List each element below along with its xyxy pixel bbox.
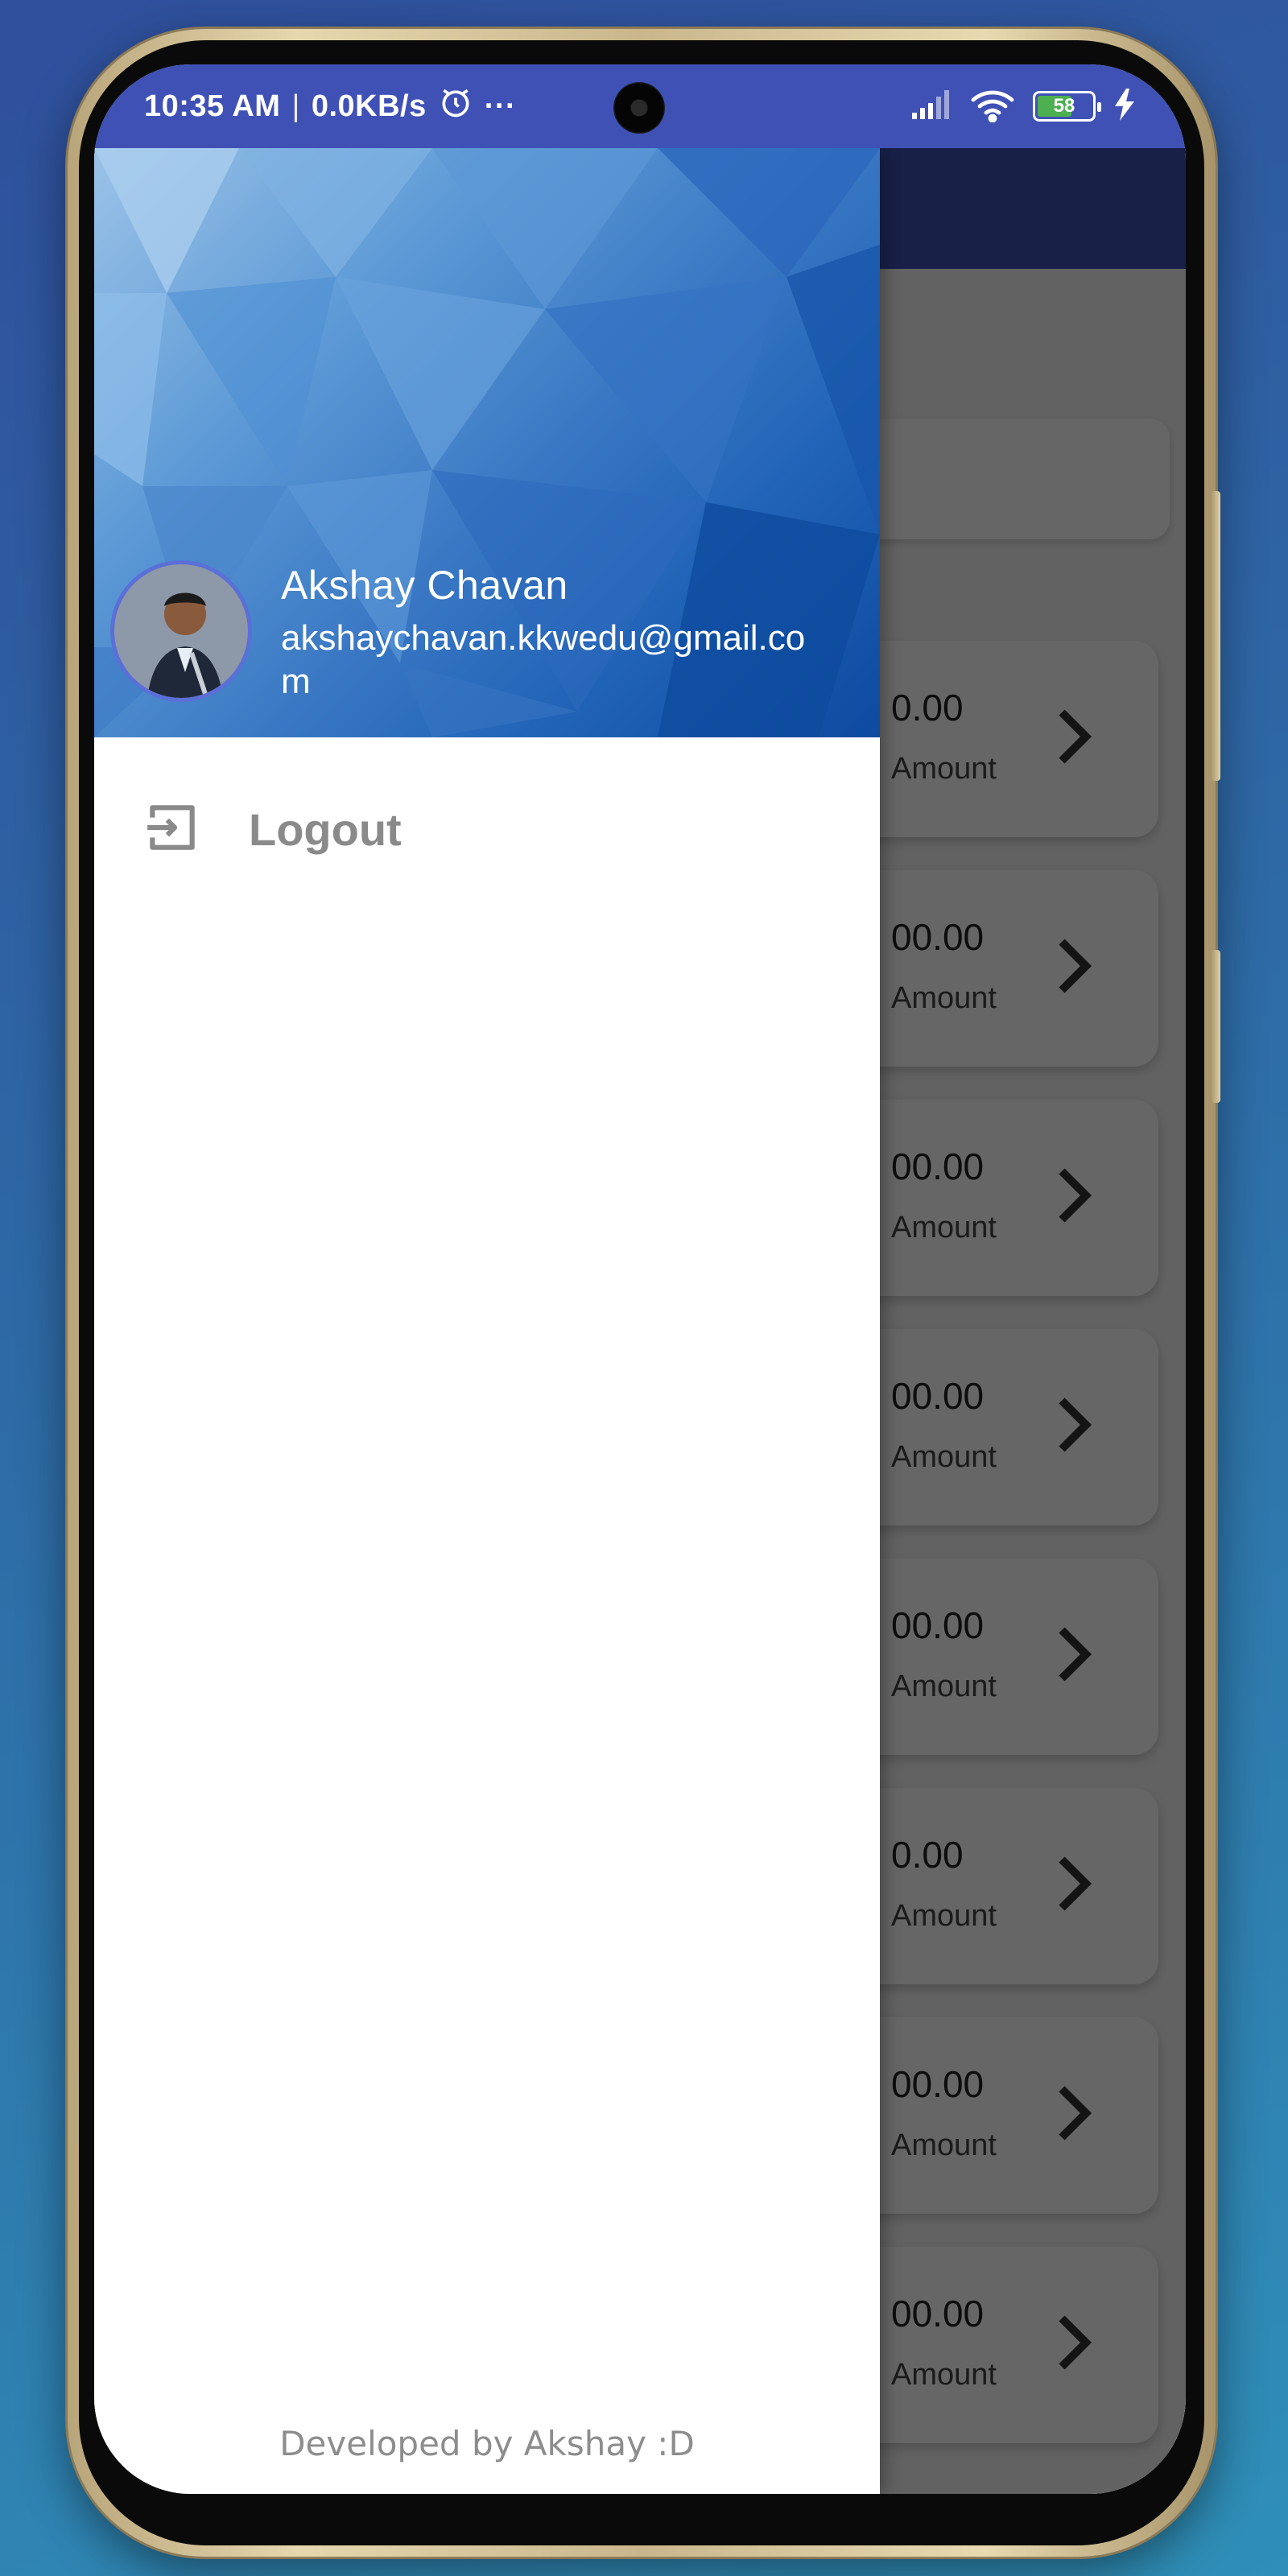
signal-icon (910, 89, 952, 125)
navigation-drawer: Akshay Chavan akshaychavan.kkwedu@gmail.… (94, 148, 880, 2494)
alarm-icon (438, 85, 473, 128)
charging-icon (1113, 88, 1136, 125)
avatar[interactable] (110, 560, 252, 702)
network-speed: 0.0KB/s (311, 89, 427, 123)
volume-button (1211, 491, 1220, 781)
developer-credit: Developed by Akshay :D (279, 2424, 695, 2463)
front-camera (613, 82, 665, 134)
menu-item-logout[interactable]: Logout (142, 789, 402, 869)
battery-icon: 58 (1033, 91, 1101, 122)
wifi-icon (970, 87, 1015, 126)
user-email: akshaychavan.kkwedu@gmail.com (281, 618, 806, 701)
more-notifications-icon: ··· (484, 89, 517, 123)
status-separator: | (291, 89, 300, 123)
battery-level: 58 (1053, 95, 1075, 117)
status-time: 10:35 AM (144, 89, 281, 123)
power-button (1211, 950, 1220, 1103)
phone-screen: 10:35 AM | 0.0KB/s ··· 58 Akshay Chavan … (94, 64, 1186, 2494)
drawer-header: Akshay Chavan akshaychavan.kkwedu@gmail.… (94, 148, 880, 737)
logout-icon (142, 798, 202, 861)
menu-item-label: Logout (249, 803, 402, 855)
user-name: Akshay Chavan (281, 563, 568, 608)
